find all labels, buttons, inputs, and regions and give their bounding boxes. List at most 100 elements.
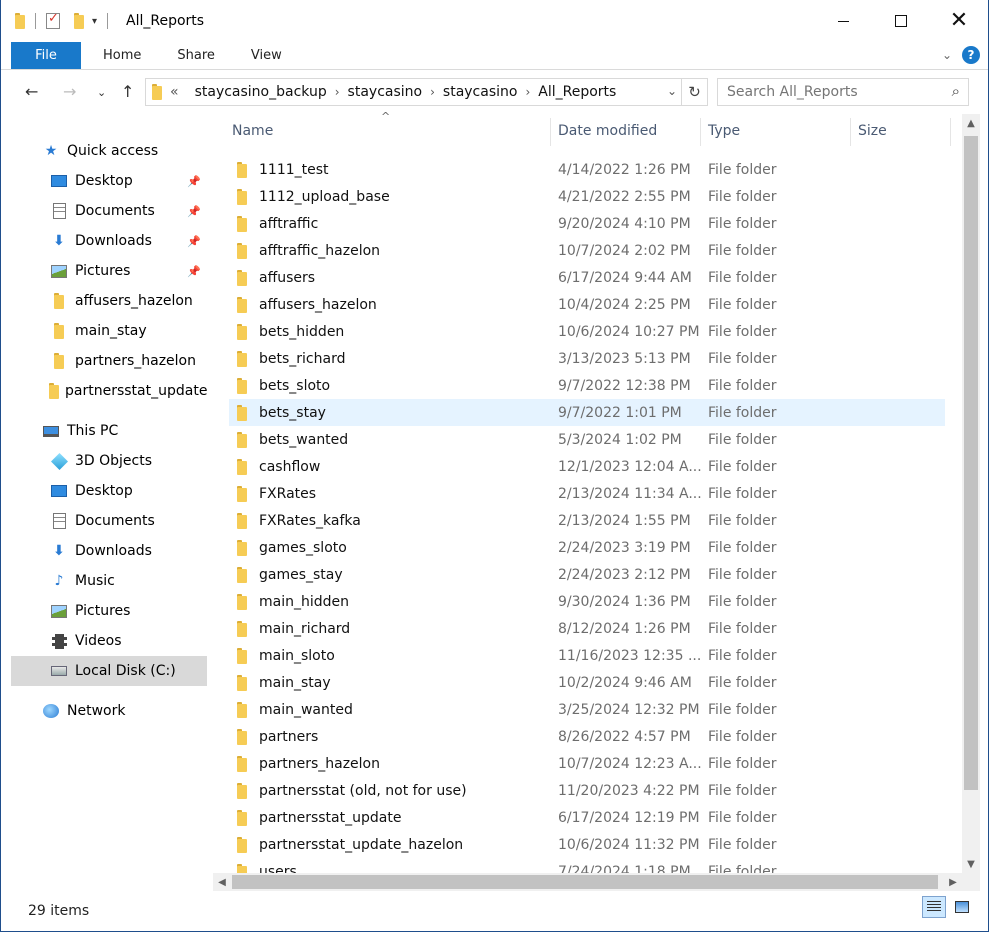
table-row[interactable]: bets_wanted 5/3/2024 1:02 PM File folder: [229, 426, 945, 453]
sidebar-item-local-disk[interactable]: Local Disk (C:): [11, 656, 207, 686]
table-row[interactable]: bets_stay 9/7/2022 1:01 PM File folder: [229, 399, 945, 426]
breadcrumb-item[interactable]: All_Reports: [538, 84, 616, 100]
sidebar-item-pictures-pc[interactable]: Pictures: [11, 596, 207, 626]
table-row[interactable]: 1112_upload_base 4/21/2022 2:55 PM File fo…: [229, 183, 945, 210]
tab-file[interactable]: File: [11, 42, 81, 69]
expand-ribbon-chevron-down-icon[interactable]: ⌄: [942, 48, 952, 62]
table-row[interactable]: bets_sloto 9/7/2022 12:38 PM File folder: [229, 372, 945, 399]
file-type: File folder: [708, 647, 777, 664]
search-box[interactable]: ⌕: [717, 78, 969, 106]
column-header-date-modified[interactable]: Date modified: [550, 112, 700, 150]
table-row[interactable]: affusers_hazelon 10/4/2024 2:25 PM File fo…: [229, 291, 945, 318]
tab-view[interactable]: View: [233, 42, 300, 69]
table-row[interactable]: bets_hidden 10/6/2024 10:27 PM File folder: [229, 318, 945, 345]
table-row[interactable]: affusers 6/17/2024 9:44 AM File folder: [229, 264, 945, 291]
sidebar-item-music[interactable]: ♪ Music: [11, 566, 207, 596]
sidebar-item-affusers-hazelon[interactable]: affusers_hazelon: [11, 286, 207, 316]
breadcrumb-item[interactable]: staycasino: [348, 84, 423, 100]
tab-share[interactable]: Share: [159, 42, 233, 69]
breadcrumb-overflow[interactable]: «: [170, 84, 179, 100]
sidebar-item-videos[interactable]: Videos: [11, 626, 207, 656]
close-button[interactable]: ✕: [930, 0, 988, 42]
table-row[interactable]: main_stay 10/2/2024 9:46 AM File folder: [229, 669, 945, 696]
scroll-left-arrow-icon[interactable]: ◀: [213, 873, 231, 891]
minimize-icon: [837, 20, 849, 22]
tab-home[interactable]: Home: [85, 42, 159, 69]
sidebar-item-downloads-pc[interactable]: ⬇ Downloads: [11, 536, 207, 566]
chevron-right-icon[interactable]: ›: [335, 85, 340, 99]
large-icons-view-button[interactable]: [950, 896, 974, 918]
column-header-name[interactable]: Name: [224, 112, 550, 150]
table-row[interactable]: cashflow 12/1/2023 12:04 A... File folder: [229, 453, 945, 480]
customize-toolbar-chevron-down-icon[interactable]: ▾: [92, 16, 97, 27]
pin-icon[interactable]: 📌: [187, 175, 201, 188]
properties-icon[interactable]: [46, 11, 60, 29]
sidebar-item-documents[interactable]: Documents 📌: [11, 196, 207, 226]
pin-icon[interactable]: 📌: [187, 205, 201, 218]
search-input[interactable]: [727, 84, 927, 100]
horizontal-scrollbar[interactable]: ◀ ▶: [213, 873, 962, 891]
breadcrumb-item[interactable]: staycasino_backup: [195, 84, 327, 100]
sidebar-item-this-pc[interactable]: This PC: [11, 416, 207, 446]
pin-icon[interactable]: 📌: [187, 265, 201, 278]
sidebar-item-main-stay[interactable]: main_stay: [11, 316, 207, 346]
table-row[interactable]: games_stay 2/24/2023 2:12 PM File folder: [229, 561, 945, 588]
refresh-icon[interactable]: ↻: [681, 79, 707, 105]
details-view-button[interactable]: [922, 896, 946, 918]
table-row[interactable]: FXRates 2/13/2024 11:34 A... File folder: [229, 480, 945, 507]
table-row[interactable]: partners 8/26/2022 4:57 PM File folder: [229, 723, 945, 750]
sidebar-item-desktop[interactable]: Desktop 📌: [11, 166, 207, 196]
vertical-scroll-thumb[interactable]: [964, 136, 978, 790]
column-divider[interactable]: [950, 118, 951, 146]
file-type: File folder: [708, 620, 777, 637]
address-bar[interactable]: « staycasino_backup › staycasino › stayc…: [145, 78, 708, 106]
table-row[interactable]: main_richard 8/12/2024 1:26 PM File folder: [229, 615, 945, 642]
forward-arrow-icon[interactable]: →: [63, 82, 76, 101]
scroll-up-arrow-icon[interactable]: ▲: [962, 114, 980, 132]
back-arrow-icon[interactable]: ←: [25, 82, 38, 101]
sidebar-item-partners-hazelon[interactable]: partners_hazelon: [11, 346, 207, 376]
table-row[interactable]: main_hidden 9/30/2024 1:36 PM File folder: [229, 588, 945, 615]
sidebar-item-network[interactable]: Network: [11, 696, 207, 726]
sidebar-item-downloads[interactable]: ⬇ Downloads 📌: [11, 226, 207, 256]
recent-locations-chevron-down-icon[interactable]: ⌄: [97, 86, 106, 99]
help-icon[interactable]: ?: [962, 46, 980, 64]
scroll-right-arrow-icon[interactable]: ▶: [944, 873, 962, 891]
minimize-button[interactable]: [814, 0, 872, 42]
table-row[interactable]: partnersstat_update_hazelon 10/6/2024 11:…: [229, 831, 945, 858]
table-row[interactable]: main_sloto 11/16/2023 12:35 ... File folde…: [229, 642, 945, 669]
table-row[interactable]: afftraffic 9/20/2024 4:10 PM File folder: [229, 210, 945, 237]
address-history-chevron-down-icon[interactable]: ⌄: [667, 84, 677, 98]
horizontal-scroll-thumb[interactable]: [232, 875, 938, 889]
chevron-right-icon[interactable]: ›: [430, 85, 435, 99]
chevron-right-icon[interactable]: ›: [525, 85, 530, 99]
table-row[interactable]: 1111_test 4/14/2022 1:26 PM File folder: [229, 156, 945, 183]
sidebar-item-documents-pc[interactable]: Documents: [11, 506, 207, 536]
table-row[interactable]: afftraffic_hazelon 10/7/2024 2:02 PM File …: [229, 237, 945, 264]
sidebar-item-label: Desktop: [75, 173, 133, 189]
table-row[interactable]: partners_hazelon 10/7/2024 12:23 A... File…: [229, 750, 945, 777]
maximize-button[interactable]: [872, 0, 930, 42]
sidebar-item-3d-objects[interactable]: 3D Objects: [11, 446, 207, 476]
pin-icon[interactable]: 📌: [187, 235, 201, 248]
sidebar-item-partnersstat-update[interactable]: partnersstat_update: [11, 376, 207, 406]
sidebar-item-pictures[interactable]: Pictures 📌: [11, 256, 207, 286]
table-row[interactable]: partnersstat (old, not for use) 11/20/202…: [229, 777, 945, 804]
pictures-icon: [49, 601, 69, 621]
table-row[interactable]: partnersstat_update 6/17/2024 12:19 PM Fil…: [229, 804, 945, 831]
search-icon[interactable]: ⌕: [952, 82, 960, 100]
column-header-size[interactable]: Size: [850, 112, 950, 150]
table-row[interactable]: users 7/24/2024 1:18 PM File folder: [229, 858, 945, 874]
table-row[interactable]: FXRates_kafka 2/13/2024 1:55 PM File folde…: [229, 507, 945, 534]
breadcrumb-item[interactable]: staycasino: [443, 84, 518, 100]
up-arrow-icon[interactable]: ↑: [121, 82, 134, 101]
new-folder-icon[interactable]: [74, 13, 84, 29]
vertical-scrollbar[interactable]: ▲ ▼: [962, 114, 980, 873]
sidebar-item-quick-access[interactable]: ★ Quick access: [41, 136, 207, 166]
sidebar-item-desktop-pc[interactable]: Desktop: [11, 476, 207, 506]
table-row[interactable]: bets_richard 3/13/2023 5:13 PM File folder: [229, 345, 945, 372]
scroll-down-arrow-icon[interactable]: ▼: [962, 855, 980, 873]
column-header-type[interactable]: Type: [700, 112, 850, 150]
table-row[interactable]: main_wanted 3/25/2024 12:32 PM File folder: [229, 696, 945, 723]
table-row[interactable]: games_sloto 2/24/2023 3:19 PM File folder: [229, 534, 945, 561]
